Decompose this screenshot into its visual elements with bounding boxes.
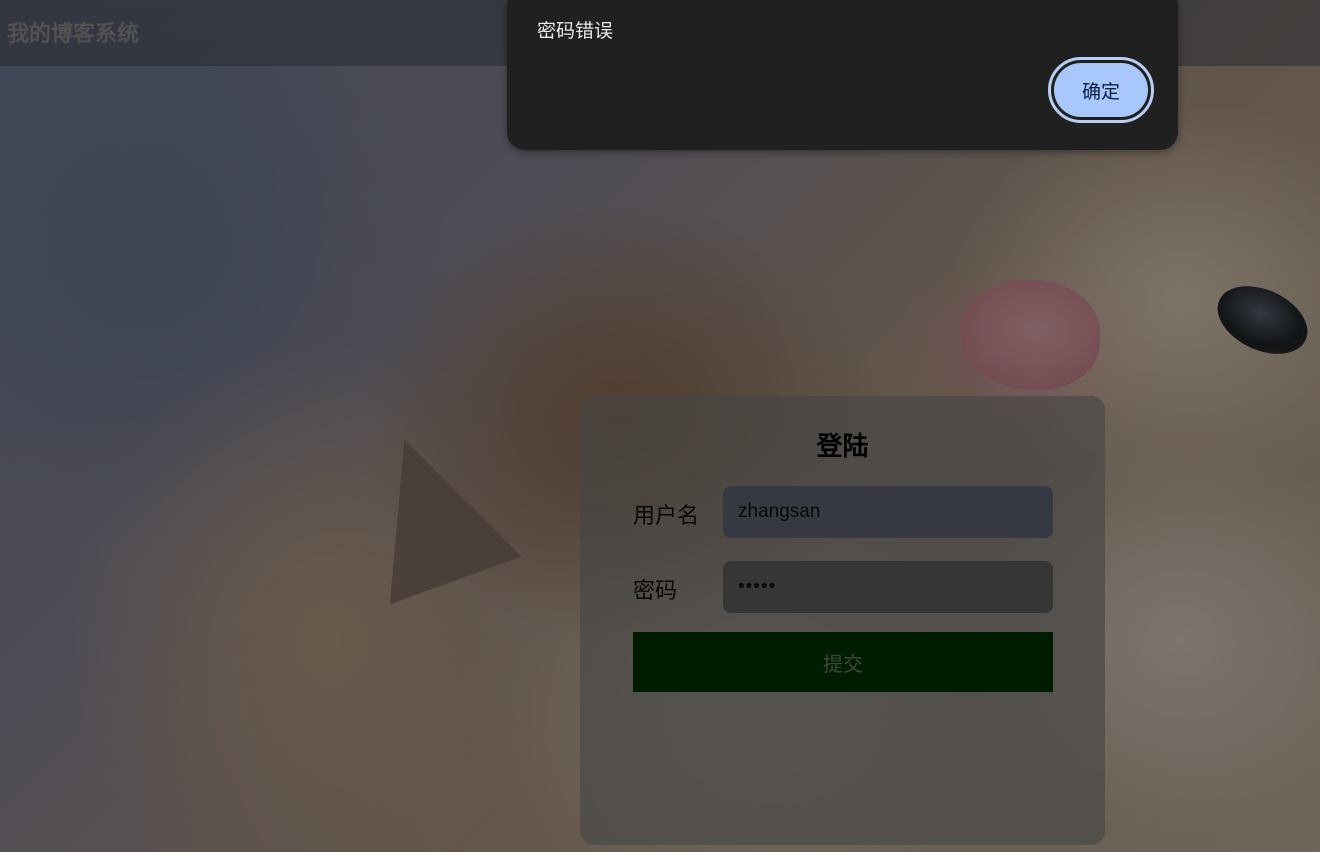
page: 我的博客系统 登陆 用户名 密码 提交 密码错误 确定: [0, 0, 1320, 852]
alert-message: 密码错误: [537, 20, 614, 42]
alert-ok-button[interactable]: 确定: [1048, 57, 1154, 123]
alert-ok-label: 确定: [1054, 63, 1148, 117]
alert-dialog: 密码错误 确定: [507, 0, 1178, 150]
